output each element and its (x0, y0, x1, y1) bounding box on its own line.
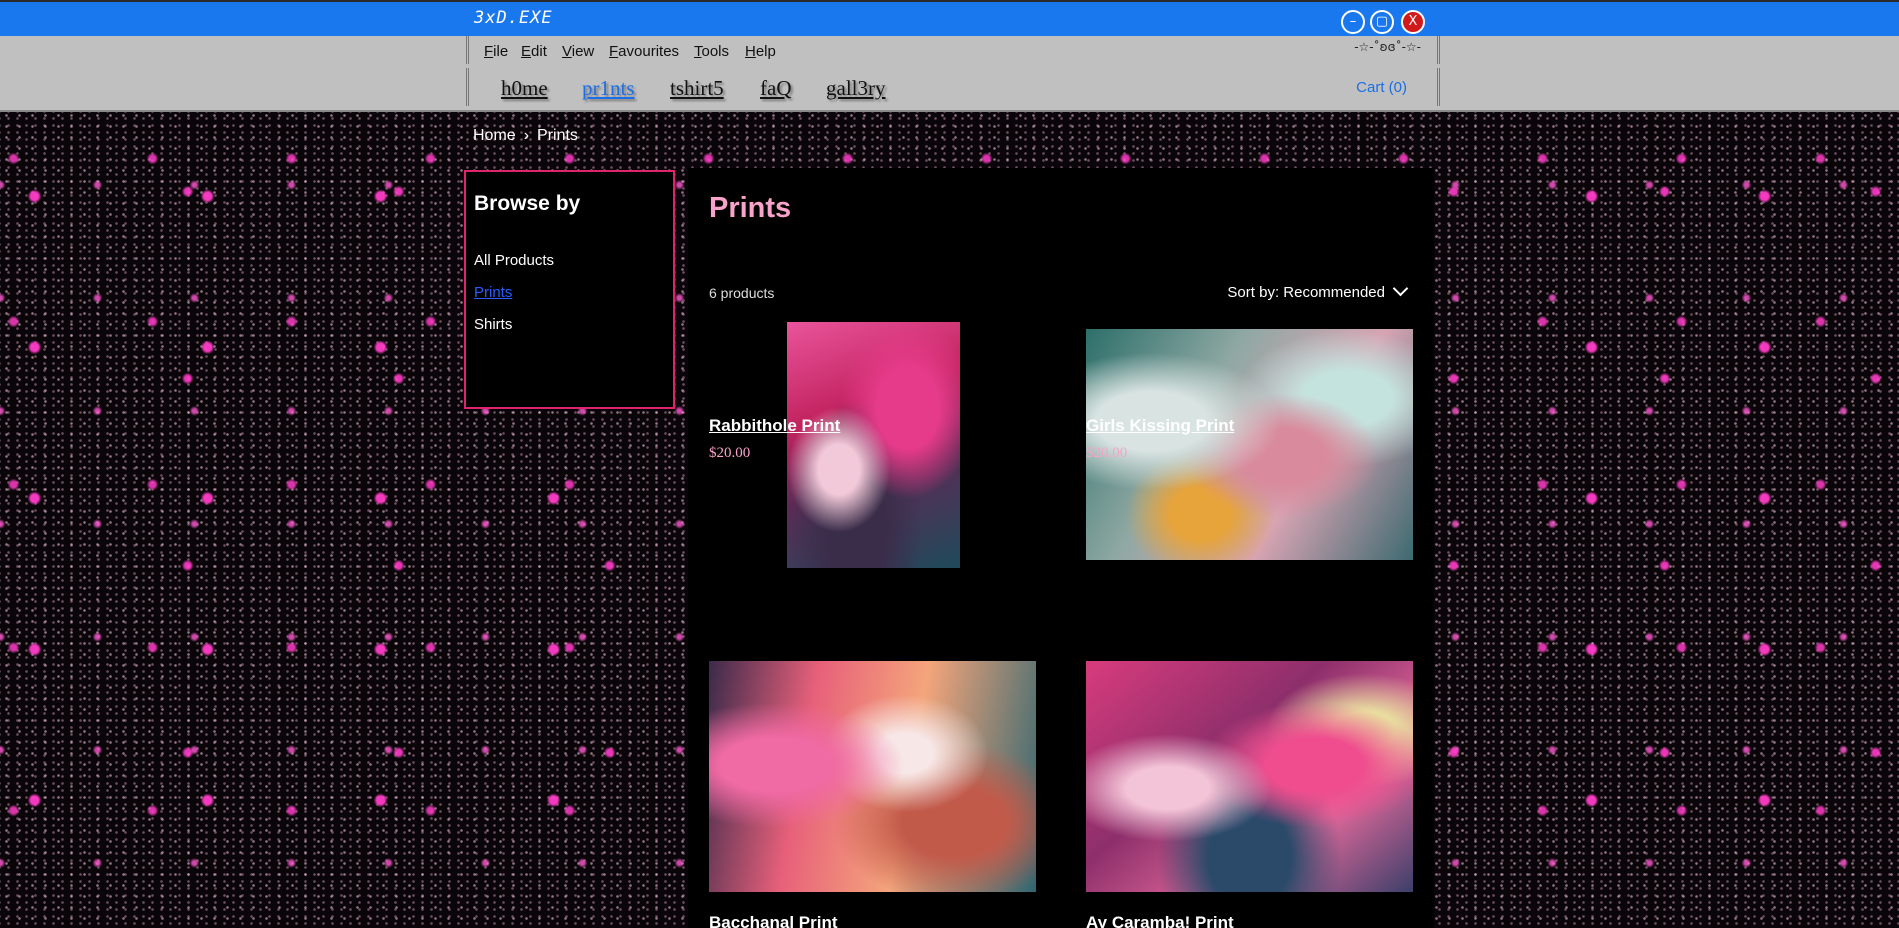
page-title: Prints (709, 192, 792, 224)
maximize-button[interactable]: ▢ (1370, 10, 1394, 34)
site-nav: h0me pr1nts tshirt5 faQ gall3ry Cart (0) (0, 64, 1899, 112)
window-title: 3xD.EXE (474, 8, 553, 28)
product-name[interactable]: Rabbithole Print (709, 416, 840, 436)
product-image[interactable] (709, 661, 1036, 892)
breadcrumb-current: Prints (537, 127, 578, 144)
breadcrumb-home[interactable]: Home (473, 127, 516, 145)
menu-view[interactable]: View (562, 43, 594, 60)
product-name[interactable]: Girls Kissing Print (1086, 416, 1234, 436)
menu-help[interactable]: Help (745, 43, 776, 60)
product-image[interactable] (1086, 661, 1413, 892)
product-name[interactable]: Bacchanal Print (709, 913, 838, 928)
sidebar-item-all-products[interactable]: All Products (474, 252, 554, 269)
product-gallery: Prints 6 products Sort by: Recommended R… (688, 168, 1434, 928)
menu-favourites[interactable]: Favourites (609, 43, 679, 60)
menu-bar: File Edit View Favourites Tools Help -☆-… (0, 36, 1899, 65)
breadcrumb: Home › Prints (473, 127, 578, 145)
sidebar-title: Browse by (474, 192, 581, 215)
product-price: $20.00 (709, 445, 751, 461)
product-image[interactable] (787, 322, 960, 568)
close-button[interactable]: X (1401, 10, 1425, 34)
window-title-bar: 3xD.EXE – ▢ X (0, 0, 1899, 36)
menu-file[interactable]: File (484, 43, 508, 60)
sort-dropdown[interactable]: Sort by: Recommended (1227, 280, 1409, 301)
sort-label: Sort by: Recommended (1227, 284, 1385, 301)
nav-home[interactable]: h0me (501, 76, 548, 101)
nav-tshirts[interactable]: tshirt5 (670, 76, 724, 101)
menu-tools[interactable]: Tools (694, 43, 729, 60)
product-price: $20.00 (1086, 445, 1128, 461)
product-name[interactable]: Ay Caramba! Print (1086, 913, 1234, 928)
menu-edit[interactable]: Edit (521, 43, 547, 60)
chevron-down-icon (1392, 280, 1409, 297)
nav-faq[interactable]: faQ (760, 76, 791, 101)
menu-decoration: -☆-˚ʚɞ˚-☆- (1354, 40, 1421, 54)
nav-gallery[interactable]: gall3ry (826, 76, 885, 101)
nav-prints[interactable]: pr1nts (582, 76, 635, 101)
cart-link[interactable]: Cart (0) (1356, 79, 1407, 96)
sidebar-item-shirts[interactable]: Shirts (474, 316, 512, 333)
browse-sidebar: Browse by All Products Prints Shirts (464, 170, 675, 409)
minimize-button[interactable]: – (1341, 10, 1365, 34)
product-count: 6 products (709, 285, 775, 301)
product-image[interactable] (1086, 329, 1413, 560)
sidebar-item-prints[interactable]: Prints (474, 284, 512, 301)
chevron-right-icon: › (523, 127, 530, 144)
